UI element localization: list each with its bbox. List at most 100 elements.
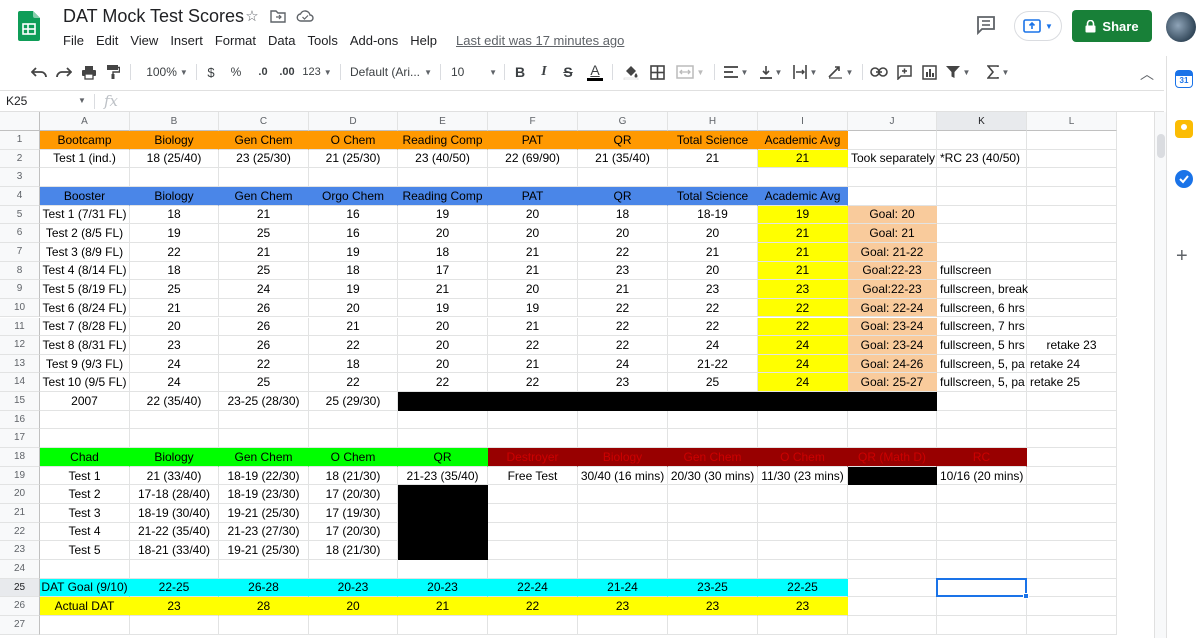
cell-k18[interactable]: RC [937, 448, 1027, 467]
cell-c3[interactable] [219, 168, 309, 187]
cell-b5[interactable]: 18 [130, 205, 219, 225]
cell-g8[interactable]: 23 [578, 261, 668, 281]
text-wrapping-icon[interactable]: ▼ [792, 60, 818, 84]
zoom-select[interactable]: 100% ▼ [143, 60, 191, 84]
cell-i6[interactable]: 21 [758, 224, 848, 243]
cell-b15[interactable]: 22 (35/40) [130, 392, 219, 411]
cell-a27[interactable] [40, 615, 130, 635]
vertical-scrollbar[interactable] [1154, 112, 1166, 638]
font-size-select[interactable]: 10 ▼ [451, 60, 497, 84]
cell-j21[interactable] [848, 504, 937, 523]
cell-l24[interactable] [1027, 559, 1117, 579]
cell-c5[interactable]: 21 [219, 205, 309, 225]
cell-f2[interactable]: 22 (69/90) [488, 149, 578, 169]
cell-f3[interactable] [488, 168, 578, 187]
cell-e2[interactable]: 23 (40/50) [398, 149, 488, 169]
cell-l26[interactable] [1027, 597, 1117, 616]
cell-b4[interactable]: Biology [130, 186, 219, 206]
cell-b21[interactable]: 18-19 (30/40) [130, 504, 219, 523]
cell-d13[interactable]: 18 [309, 354, 398, 374]
cell-l5[interactable] [1027, 205, 1117, 225]
cell-d12[interactable]: 22 [309, 336, 398, 355]
scrollbar-thumb[interactable] [1157, 134, 1165, 158]
row-header-15[interactable]: 15 [0, 392, 40, 411]
cell-f13[interactable]: 21 [488, 354, 578, 374]
cell-g23[interactable] [578, 541, 668, 560]
cell-e25[interactable]: 20-23 [398, 578, 488, 598]
share-button[interactable]: Share [1072, 10, 1152, 42]
present-button[interactable]: ▼ [1014, 11, 1062, 41]
select-all-corner[interactable] [0, 112, 40, 131]
cell-f8[interactable]: 21 [488, 261, 578, 281]
cell-j23[interactable] [848, 541, 937, 560]
cell-l3[interactable] [1027, 168, 1117, 187]
percent-format-button[interactable]: % [229, 60, 243, 84]
row-header-12[interactable]: 12 [0, 336, 40, 355]
text-color-button[interactable]: A [586, 60, 604, 84]
merge-cells-icon[interactable]: ▼ [674, 60, 706, 84]
cell-k1[interactable] [937, 131, 1027, 150]
cell-b2[interactable]: 18 (25/40) [130, 149, 219, 169]
cell-k22[interactable] [937, 522, 1027, 542]
cell-f17[interactable] [488, 429, 578, 449]
cell-f26[interactable]: 22 [488, 597, 578, 616]
cell-l6[interactable] [1027, 224, 1117, 243]
cell-j7[interactable]: Goal: 21-22 [848, 242, 937, 262]
redo-icon[interactable] [55, 60, 73, 84]
insert-comment-icon[interactable] [895, 60, 913, 84]
cell-l16[interactable] [1027, 410, 1117, 430]
cell-a13[interactable]: Test 9 (9/3 FL) [40, 354, 130, 374]
cell-e7[interactable]: 18 [398, 242, 488, 262]
cell-k8[interactable]: fullscreen [937, 261, 1027, 281]
cell-c25[interactable]: 26-28 [219, 578, 309, 598]
cell-b25[interactable]: 22-25 [130, 578, 219, 598]
cell-a18[interactable]: Chad [40, 448, 130, 467]
cell-i17[interactable] [758, 429, 848, 449]
cell-k17[interactable] [937, 429, 1027, 449]
borders-icon[interactable] [648, 60, 666, 84]
cell-e10[interactable]: 19 [398, 298, 488, 318]
menu-edit[interactable]: Edit [96, 33, 118, 49]
cell-g22[interactable] [578, 522, 668, 542]
cell-h22[interactable] [668, 522, 758, 542]
cell-l14[interactable]: retake 25 [1027, 373, 1117, 393]
column-header-g[interactable]: G [578, 112, 668, 131]
cell-b13[interactable]: 24 [130, 354, 219, 374]
cell-a24[interactable] [40, 559, 130, 579]
cell-i3[interactable] [758, 168, 848, 187]
keep-icon[interactable] [1175, 120, 1193, 138]
text-rotation-icon[interactable]: ▼ [826, 60, 854, 84]
cell-g14[interactable]: 23 [578, 373, 668, 393]
cell-d15[interactable]: 25 (29/30) [309, 392, 398, 411]
add-on-plus-icon[interactable]: + [1176, 246, 1188, 266]
cell-b19[interactable]: 21 (33/40) [130, 466, 219, 486]
cell-h19[interactable]: 20/30 (30 mins) [668, 466, 758, 486]
cell-b23[interactable]: 18-21 (33/40) [130, 541, 219, 560]
cell-c20[interactable]: 18-19 (23/30) [219, 485, 309, 504]
cell-g24[interactable] [578, 559, 668, 579]
cell-h15[interactable] [668, 392, 758, 411]
cell-b7[interactable]: 22 [130, 242, 219, 262]
cell-j5[interactable]: Goal: 20 [848, 205, 937, 225]
cell-j4[interactable] [848, 186, 937, 206]
cell-k10[interactable]: fullscreen, 6 hrs [937, 298, 1027, 318]
decrease-decimal-button[interactable]: .0 [254, 60, 272, 84]
cell-d25[interactable]: 20-23 [309, 578, 398, 598]
row-header-5[interactable]: 5 [0, 205, 40, 225]
column-header-d[interactable]: D [309, 112, 398, 131]
cell-h10[interactable]: 22 [668, 298, 758, 318]
more-formats-button[interactable]: 123 ▼ [302, 60, 332, 84]
cell-k16[interactable] [937, 410, 1027, 430]
cell-d19[interactable]: 18 (21/30) [309, 466, 398, 486]
cell-a7[interactable]: Test 3 (8/9 FL) [40, 242, 130, 262]
cell-d26[interactable]: 20 [309, 597, 398, 616]
cell-a1[interactable]: Bootcamp [40, 131, 130, 150]
cell-b27[interactable] [130, 615, 219, 635]
cell-a23[interactable]: Test 5 [40, 541, 130, 560]
cell-l2[interactable] [1027, 149, 1117, 169]
cell-d4[interactable]: Orgo Chem [309, 186, 398, 206]
column-header-i[interactable]: I [758, 112, 848, 131]
cell-l22[interactable] [1027, 522, 1117, 542]
cell-c21[interactable]: 19-21 (25/30) [219, 504, 309, 523]
cell-j18[interactable]: QR (Math D) [848, 448, 937, 467]
